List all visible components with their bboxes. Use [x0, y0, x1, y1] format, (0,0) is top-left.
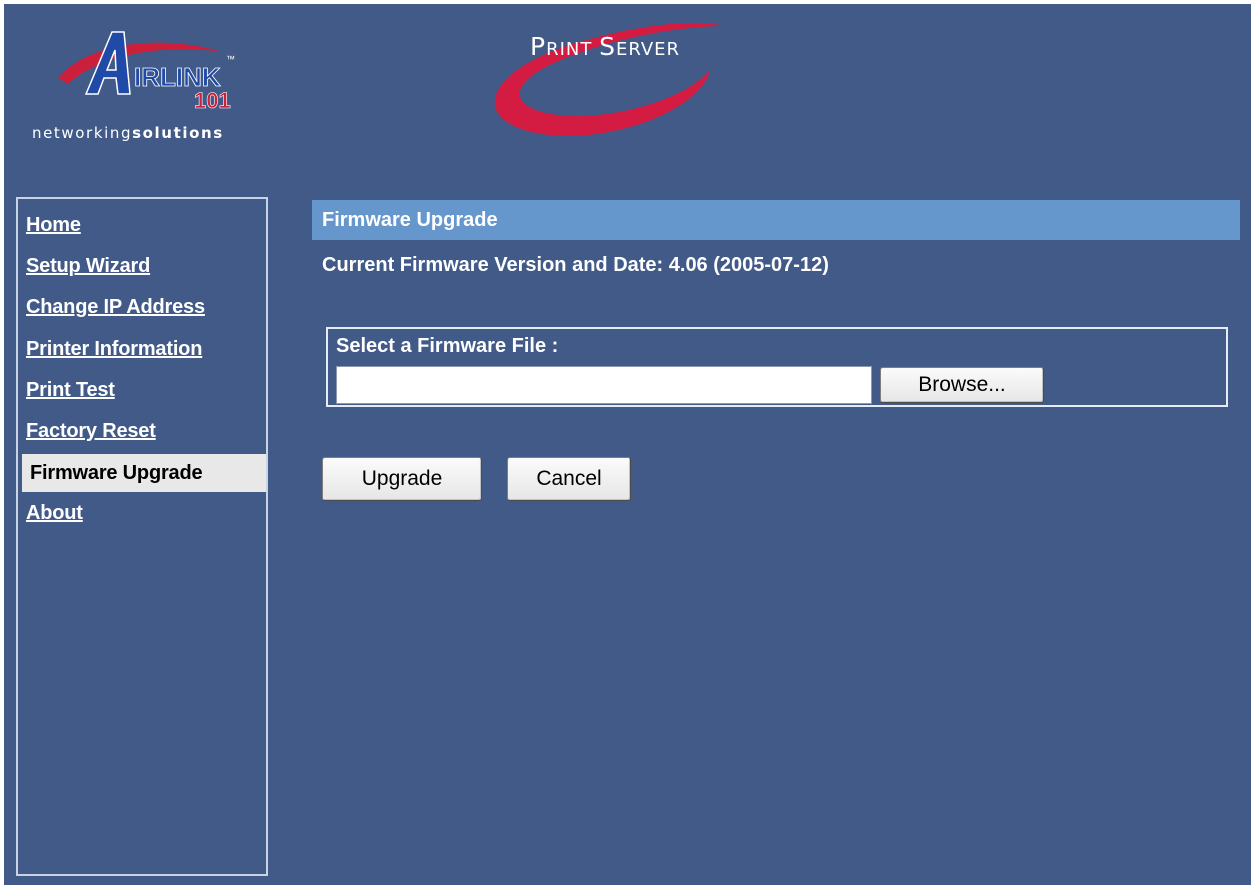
sidebar-item-print-test[interactable]: Print Test	[26, 374, 115, 406]
section-title: Firmware Upgrade	[322, 209, 498, 231]
airlink-logo-mark-icon: IRLINK ™ 101	[58, 31, 235, 113]
firmware-file-input[interactable]	[336, 366, 872, 404]
product-title: PRINT SERVER	[530, 32, 681, 61]
sidebar-item-setup-wizard[interactable]: Setup Wizard	[26, 250, 150, 282]
sidebar-item-factory-reset[interactable]: Factory Reset	[26, 415, 156, 447]
firmware-file-group: Select a Firmware File : Browse...	[326, 327, 1228, 407]
sidebar-item-firmware-upgrade[interactable]: Firmware Upgrade	[22, 454, 266, 492]
current-firmware-version: Current Firmware Version and Date: 4.06 …	[322, 254, 829, 276]
sidebar-item-about[interactable]: About	[26, 497, 83, 529]
sidebar-item-home[interactable]: Home	[26, 209, 81, 241]
cancel-button[interactable]: Cancel	[507, 457, 631, 501]
svg-text:101: 101	[194, 88, 231, 113]
sidebar-item-change-ip-address[interactable]: Change IP Address	[26, 291, 205, 323]
logo-tagline: networkingsolutions	[32, 124, 224, 142]
airlink-logo: IRLINK ™ 101 networkingsolutions	[26, 18, 286, 158]
sidebar-nav: Home Setup Wizard Change IP Address Prin…	[16, 197, 268, 876]
upgrade-button[interactable]: Upgrade	[322, 457, 482, 501]
svg-text:™: ™	[226, 54, 235, 64]
firmware-file-label: Select a Firmware File :	[336, 335, 559, 357]
print-server-swoosh-icon	[494, 22, 724, 137]
page-background: IRLINK ™ 101 networkingsolutions PRINT S…	[4, 4, 1251, 885]
browse-button[interactable]: Browse...	[880, 367, 1044, 403]
sidebar-item-printer-information[interactable]: Printer Information	[26, 333, 202, 365]
